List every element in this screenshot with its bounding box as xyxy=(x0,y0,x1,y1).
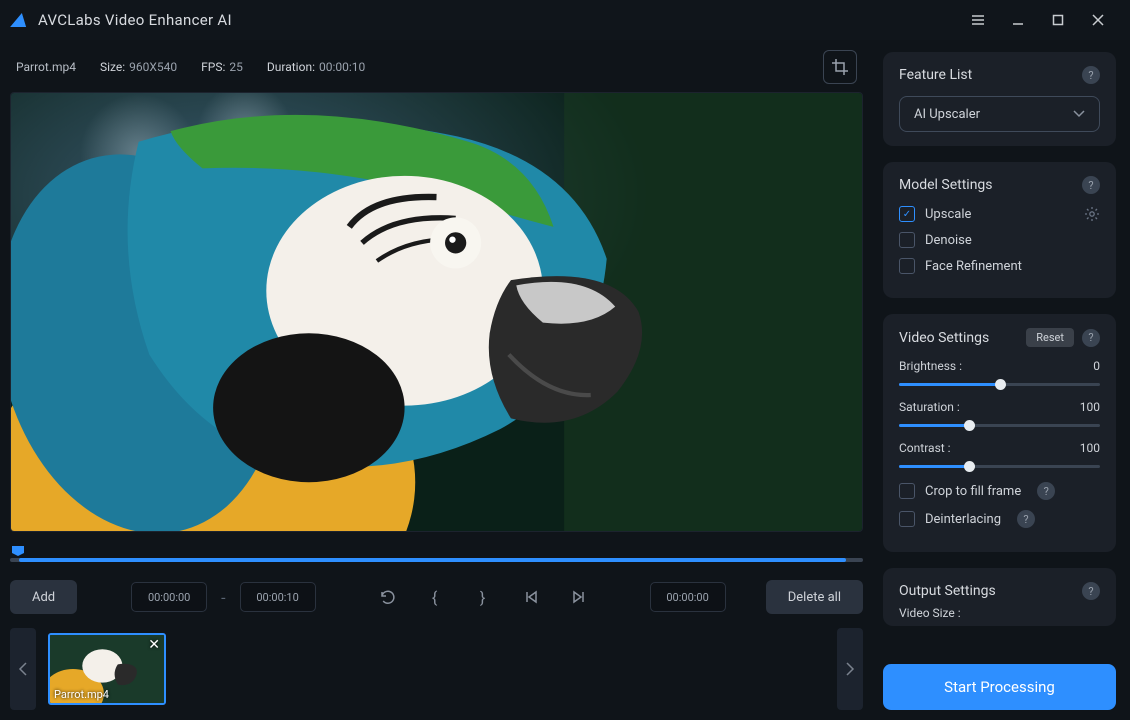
prev-frame-icon[interactable] xyxy=(514,580,548,614)
output-settings-title: Output Settings xyxy=(899,583,1082,599)
current-time-input[interactable] xyxy=(650,582,726,612)
denoise-row: Denoise xyxy=(899,232,1100,248)
face-label: Face Refinement xyxy=(925,259,1022,274)
size-label: Size: xyxy=(100,60,125,74)
deinterlacing-label: Deinterlacing xyxy=(925,512,1001,527)
undo-icon[interactable] xyxy=(370,580,404,614)
feature-selected: AI Upscaler xyxy=(914,107,980,122)
upscale-checkbox[interactable]: ✓ xyxy=(899,206,915,222)
saturation-slider[interactable] xyxy=(899,424,1100,427)
bracket-in-icon[interactable]: { xyxy=(418,580,452,614)
titlebar: AVCLabs Video Enhancer AI xyxy=(0,0,1130,40)
playhead-marker-icon[interactable] xyxy=(12,546,24,556)
model-settings-panel: Model Settings ? ✓ Upscale Denoise Face … xyxy=(883,162,1116,298)
fps-label: FPS: xyxy=(201,60,225,74)
thumb-next-button[interactable] xyxy=(837,628,863,710)
dash: - xyxy=(221,588,225,607)
feature-list-title: Feature List xyxy=(899,67,1082,83)
video-settings-title: Video Settings xyxy=(899,330,1026,346)
app-title: AVCLabs Video Enhancer AI xyxy=(38,11,958,29)
gear-icon[interactable] xyxy=(1084,206,1100,222)
feature-select[interactable]: AI Upscaler xyxy=(899,96,1100,132)
brightness-label: Brightness : xyxy=(899,359,962,373)
help-icon[interactable]: ? xyxy=(1082,66,1100,84)
saturation-value: 100 xyxy=(1080,400,1100,414)
size-value: 960X540 xyxy=(129,60,177,74)
thumb-prev-button[interactable] xyxy=(10,628,36,710)
help-icon[interactable]: ? xyxy=(1082,582,1100,600)
duration-label: Duration: xyxy=(267,60,315,74)
fps-value: 25 xyxy=(229,60,243,74)
thumb-close-icon[interactable]: ✕ xyxy=(148,637,160,653)
help-icon[interactable]: ? xyxy=(1082,176,1100,194)
timeline[interactable] xyxy=(10,550,863,562)
chevron-down-icon xyxy=(1073,110,1085,118)
saturation-slider-row: Saturation : 100 xyxy=(899,400,1100,427)
filename: Parrot.mp4 xyxy=(16,60,76,74)
preview-placeholder-image xyxy=(11,93,862,531)
contrast-slider[interactable] xyxy=(899,465,1100,468)
help-icon[interactable]: ? xyxy=(1082,329,1100,347)
contrast-slider-row: Contrast : 100 xyxy=(899,441,1100,468)
help-icon[interactable]: ? xyxy=(1037,482,1055,500)
main-panel: Parrot.mp4 Size: 960X540 FPS: 25 Duration:… xyxy=(0,40,873,720)
upscale-row: ✓ Upscale xyxy=(899,206,1100,222)
upscale-label: Upscale xyxy=(925,207,971,222)
thumb-label: Parrot.mp4 xyxy=(54,688,109,701)
minimize-button[interactable] xyxy=(998,0,1038,40)
next-frame-icon[interactable] xyxy=(562,580,596,614)
feature-list-panel: Feature List ? AI Upscaler xyxy=(883,52,1116,146)
maximize-button[interactable] xyxy=(1038,0,1078,40)
thumbnail[interactable]: ✕ Parrot.mp4 xyxy=(48,633,166,705)
face-checkbox[interactable] xyxy=(899,258,915,274)
crop-fill-row: Crop to fill frame ? xyxy=(899,482,1100,500)
add-button[interactable]: Add xyxy=(10,580,77,614)
control-row: Add - { } Delete all xyxy=(10,580,863,614)
in-time-input[interactable] xyxy=(131,582,207,612)
timeline-track[interactable] xyxy=(10,558,863,562)
out-time-input[interactable] xyxy=(240,582,316,612)
reset-button[interactable]: Reset xyxy=(1026,328,1074,347)
contrast-value: 100 xyxy=(1080,441,1100,455)
denoise-label: Denoise xyxy=(925,233,972,248)
output-settings-panel: Output Settings ? Video Size : xyxy=(883,568,1116,626)
video-size-label: Video Size : xyxy=(899,606,1100,620)
crop-fill-checkbox[interactable] xyxy=(899,483,915,499)
thumbnail-row: ✕ Parrot.mp4 xyxy=(10,628,863,710)
model-settings-title: Model Settings xyxy=(899,177,1082,193)
start-processing-button[interactable]: Start Processing xyxy=(883,664,1116,710)
contrast-label: Contrast : xyxy=(899,441,951,455)
denoise-checkbox[interactable] xyxy=(899,232,915,248)
brightness-slider[interactable] xyxy=(899,383,1100,386)
crop-fill-label: Crop to fill frame xyxy=(925,484,1021,499)
settings-panel: Feature List ? AI Upscaler Model Setting… xyxy=(873,40,1130,720)
deinterlacing-row: Deinterlacing ? xyxy=(899,510,1100,528)
menu-button[interactable] xyxy=(958,0,998,40)
face-row: Face Refinement xyxy=(899,258,1100,274)
deinterlacing-checkbox[interactable] xyxy=(899,511,915,527)
video-preview[interactable] xyxy=(10,92,863,532)
duration-value: 00:00:10 xyxy=(319,60,365,74)
saturation-label: Saturation : xyxy=(899,400,960,414)
brightness-value: 0 xyxy=(1093,359,1100,373)
help-icon[interactable]: ? xyxy=(1017,510,1035,528)
app-logo-icon xyxy=(10,13,30,27)
close-button[interactable] xyxy=(1078,0,1118,40)
delete-all-button[interactable]: Delete all xyxy=(766,580,863,614)
bracket-out-icon[interactable]: } xyxy=(466,580,500,614)
brightness-slider-row: Brightness : 0 xyxy=(899,359,1100,386)
video-settings-panel: Video Settings Reset ? Brightness : 0 Sat… xyxy=(883,314,1116,552)
crop-button[interactable] xyxy=(823,50,857,84)
video-meta-row: Parrot.mp4 Size: 960X540 FPS: 25 Duration:… xyxy=(8,40,865,92)
